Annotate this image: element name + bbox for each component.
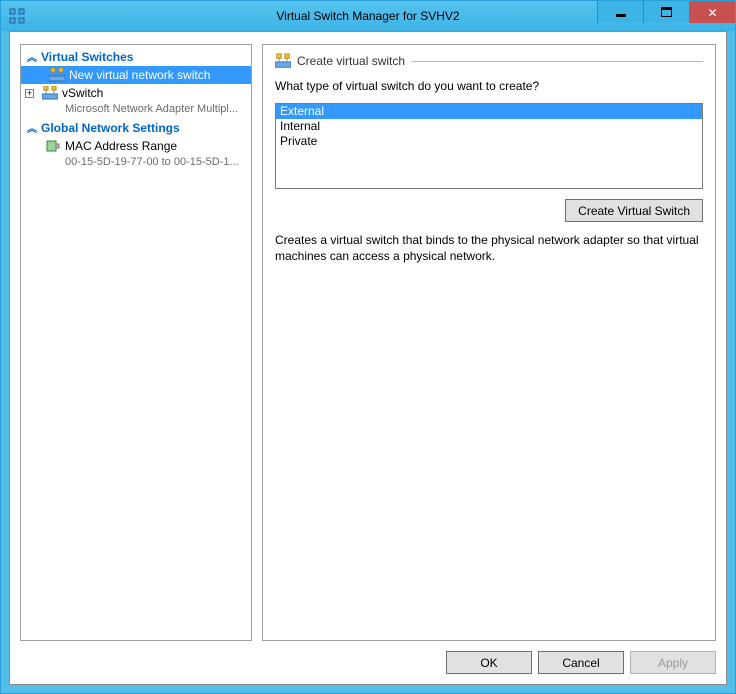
group-title: Create virtual switch <box>297 54 405 68</box>
tree-section-label: Virtual Switches <box>41 50 133 64</box>
app-icon <box>9 8 25 24</box>
apply-button[interactable]: Apply <box>630 651 716 674</box>
prompt-text: What type of virtual switch do you want … <box>275 79 703 93</box>
tree-item-vswitch-subtitle: Microsoft Network Adapter Multipl... <box>21 102 251 118</box>
tree-item-vswitch[interactable]: + vSwitch <box>21 84 251 102</box>
separator-line <box>411 61 703 62</box>
tree-section-label: Global Network Settings <box>41 121 180 135</box>
client-area: ︽ Virtual Switches New virtua <box>9 31 727 685</box>
titlebar[interactable]: Virtual Switch Manager for SVHV2 ✕ <box>1 1 735 31</box>
close-button[interactable]: ✕ <box>689 1 735 23</box>
tree-section-virtual-switches[interactable]: ︽ Virtual Switches <box>21 47 251 66</box>
detail-panel: Create virtual switch What type of virtu… <box>262 44 716 641</box>
ok-button[interactable]: OK <box>446 651 532 674</box>
network-switch-icon <box>49 67 65 83</box>
cancel-button[interactable]: Cancel <box>538 651 624 674</box>
option-internal[interactable]: Internal <box>276 119 702 134</box>
app-window: Virtual Switch Manager for SVHV2 ✕ ︽ Vir… <box>0 0 736 694</box>
tree-item-label: New virtual network switch <box>69 67 210 83</box>
tree-item-new-virtual-switch[interactable]: New virtual network switch <box>21 66 251 84</box>
window-chrome: ︽ Virtual Switches New virtua <box>1 31 735 693</box>
tree-section-global-settings[interactable]: ︽ Global Network Settings <box>21 118 251 137</box>
expand-toggle-icon[interactable]: + <box>25 89 34 98</box>
nic-icon <box>45 138 61 154</box>
tree-item-label: vSwitch <box>62 85 103 101</box>
tree-item-label: MAC Address Range <box>65 138 177 154</box>
option-private[interactable]: Private <box>276 134 702 149</box>
network-switch-icon <box>275 53 291 69</box>
option-external[interactable]: External <box>276 104 702 119</box>
description-text: Creates a virtual switch that binds to t… <box>275 232 703 264</box>
tree-item-mac-subtitle: 00-15-5D-19-77-00 to 00-15-5D-1... <box>21 155 251 171</box>
tree-item-mac-range[interactable]: MAC Address Range <box>21 137 251 155</box>
switch-type-listbox[interactable]: External Internal Private <box>275 103 703 189</box>
chevron-up-icon: ︽ <box>27 49 37 64</box>
nav-tree[interactable]: ︽ Virtual Switches New virtua <box>20 44 252 641</box>
group-header: Create virtual switch <box>275 53 703 69</box>
create-virtual-switch-button[interactable]: Create Virtual Switch <box>565 199 703 222</box>
chevron-up-icon: ︽ <box>27 120 37 135</box>
maximize-button[interactable] <box>643 1 689 23</box>
minimize-button[interactable] <box>597 1 643 23</box>
dialog-footer: OK Cancel Apply <box>20 641 716 674</box>
network-switch-icon <box>42 85 58 101</box>
